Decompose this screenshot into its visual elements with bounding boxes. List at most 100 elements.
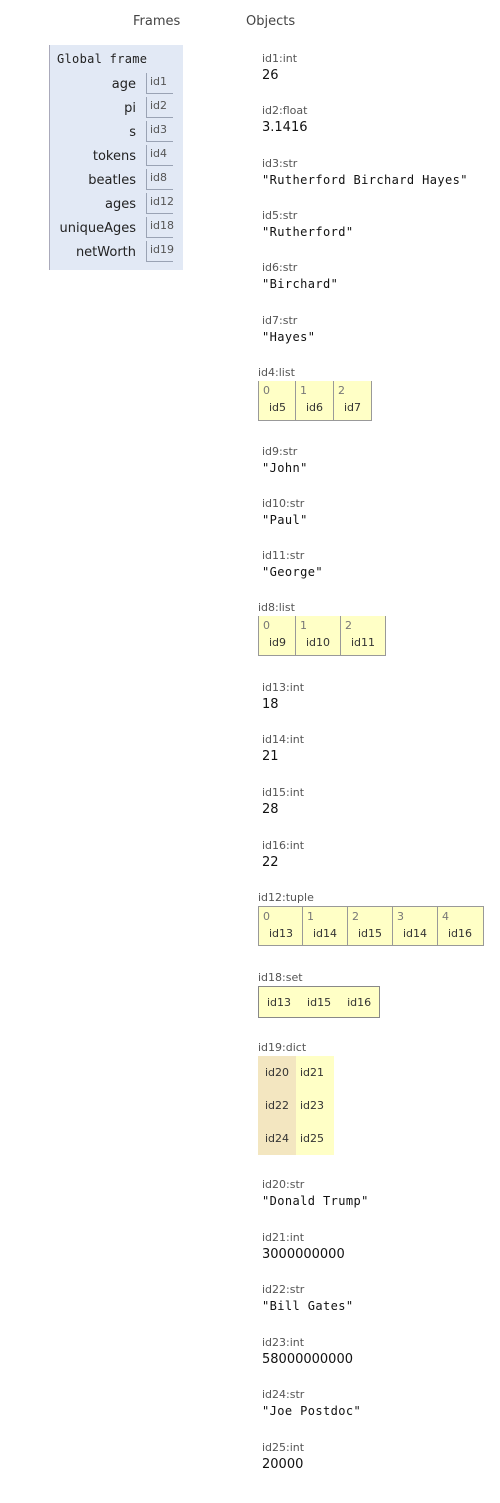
cell-index: 1 [300,384,307,397]
obj-value: "Joe Postdoc" [262,1404,362,1418]
obj-type: id13:int [262,681,305,694]
obj-value: "John" [262,461,308,475]
var-name: s [129,125,136,140]
obj-value: 20000 [262,1457,304,1472]
frames-header: Frames [133,14,181,29]
cell-index: 0 [263,619,270,632]
obj-value: 26 [262,68,279,83]
obj-value: 28 [262,802,279,817]
obj-type: id8:list [258,601,295,614]
dict-value: id25 [296,1122,334,1155]
obj-id16: id16:int 22 [262,839,304,870]
obj-value: 3.1416 [262,120,308,135]
obj-value: "Birchard" [262,277,339,291]
tuple-cells: 0 id13 1 id14 2 id15 3 id14 4 id16 [258,906,484,946]
var-row-s: s id3 [50,121,183,145]
obj-type: id6:str [262,261,298,274]
list-cell: 0 id5 [258,381,296,421]
obj-type: id2:float [262,104,308,117]
obj-id21: id21:int 3000000000 [262,1231,345,1262]
obj-type: id4:list [258,366,295,379]
var-ref: id12 [146,193,174,214]
dict-table: id20 id21 id22 id23 id24 id25 [258,1056,334,1155]
list-cell: 1 id10 [296,616,341,656]
list-cells: 0 id5 1 id6 2 id7 [258,381,372,421]
set-item: id15 [307,995,332,1009]
dict-row: id20 id21 [258,1056,334,1089]
var-row-networth: netWorth id19 [50,241,183,265]
obj-id10: id10:str "Paul" [262,497,308,527]
cell-index: 4 [442,910,449,923]
list-cell: 1 id6 [296,381,334,421]
var-ref: id18 [146,217,174,238]
var-name: ages [105,197,136,212]
obj-id22: id22:str "Bill Gates" [262,1283,354,1313]
obj-id2: id2:float 3.1416 [262,104,308,135]
obj-type: id18:set [258,971,303,984]
obj-value: 58000000000 [262,1352,353,1367]
var-ref: id4 [146,145,173,166]
obj-id11: id11:str "George" [262,549,323,579]
obj-type: id1:int [262,52,298,65]
var-name: age [111,77,136,92]
cell-ref: id5 [269,401,287,414]
tuple-cell: 1 id14 [303,906,348,946]
obj-id3: id3:str "Rutherford Birchard Hayes" [262,157,468,187]
var-name: uniqueAges [59,221,137,236]
var-row-uniqueages: uniqueAges id18 [50,217,183,241]
obj-id15: id15:int 28 [262,786,304,817]
obj-type: id5:str [262,209,298,222]
set-box: id13 id15 id16 [258,986,380,1018]
var-name: beatles [88,173,136,188]
var-row-tokens: tokens id4 [50,145,183,169]
cell-index: 1 [300,619,307,632]
global-frame: Global frame age id1 pi id2 s id3 tokens id4 bea… [49,45,183,270]
obj-value: "George" [262,565,323,579]
obj-id14: id14:int 21 [262,733,304,764]
obj-type: id9:str [262,445,298,458]
cell-index: 2 [352,910,359,923]
obj-id1: id1:int 26 [262,52,297,83]
cell-ref: id9 [269,636,287,649]
obj-type: id10:str [262,497,305,510]
cell-ref: id10 [306,636,331,649]
dict-value: id21 [296,1056,334,1089]
list-cells: 0 id9 1 id10 2 id11 [258,616,386,656]
var-ref: id8 [146,169,173,190]
obj-type: id3:str [262,157,298,170]
set-item: id16 [347,995,372,1009]
obj-id13: id13:int 18 [262,681,304,712]
dict-key: id24 [258,1122,296,1155]
dict-key: id20 [258,1056,296,1089]
dict-row: id24 id25 [258,1122,334,1155]
obj-value: 3000000000 [262,1247,345,1262]
obj-id20: id20:str "Donald Trump" [262,1178,369,1208]
var-name: pi [124,101,136,116]
dict-value: id23 [296,1089,334,1122]
obj-id25: id25:int 20000 [262,1441,304,1472]
obj-value: "Rutherford Birchard Hayes" [262,173,468,187]
obj-type: id21:int [262,1231,305,1244]
var-ref: id19 [146,241,174,262]
list-cell: 2 id7 [334,381,372,421]
cell-ref: id13 [269,927,294,940]
tuple-cell: 0 id13 [258,906,303,946]
var-ref: id1 [146,73,173,94]
obj-type: id24:str [262,1388,305,1401]
obj-id23: id23:int 58000000000 [262,1336,353,1367]
objects-header: Objects [246,14,296,29]
obj-id18-set: id18:set id13 id15 id16 [258,971,380,1018]
tuple-cell: 2 id15 [348,906,393,946]
obj-id8-list: id8:list 0 id9 1 id10 2 id11 [258,601,386,656]
list-cell: 0 id9 [258,616,296,656]
cell-ref: id7 [344,401,362,414]
obj-type: id14:int [262,733,305,746]
cell-ref: id15 [358,927,383,940]
cell-ref: id6 [306,401,324,414]
var-row-age: age id1 [50,73,183,97]
obj-type: id12:tuple [258,891,314,904]
obj-type: id25:int [262,1441,305,1454]
cell-ref: id16 [448,927,473,940]
cell-index: 3 [397,910,404,923]
obj-type: id11:str [262,549,305,562]
